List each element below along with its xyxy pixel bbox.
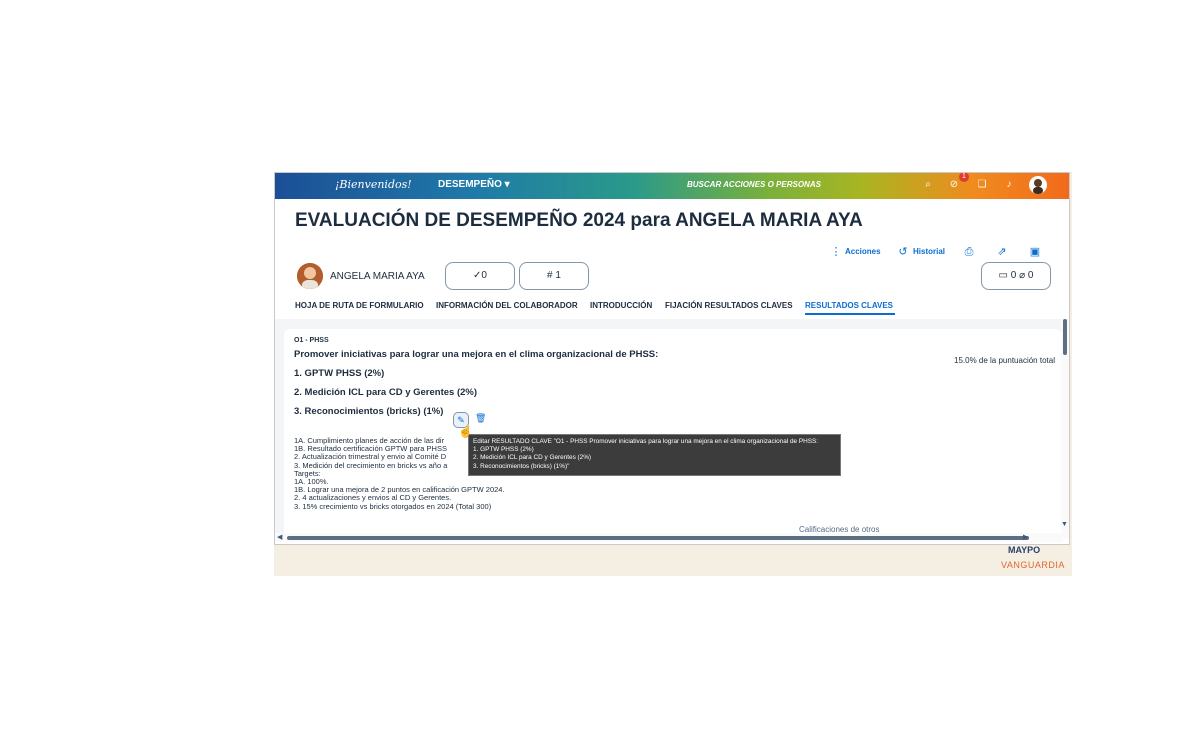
user-avatar[interactable] xyxy=(1029,176,1047,194)
tab-informacion-colaborador[interactable]: INFORMACIÓN DEL COLABORADOR xyxy=(436,301,578,310)
actions-button[interactable]: Acciones xyxy=(845,247,881,256)
bell-icon[interactable]: ♪ xyxy=(1002,178,1016,192)
attachment-count: 0 xyxy=(1027,270,1034,281)
horizontal-scroll-thumb[interactable] xyxy=(287,536,1029,540)
completed-pill[interactable]: ✓0 xyxy=(445,262,515,290)
active-tab-indicator xyxy=(805,313,895,315)
comment-count: 0 xyxy=(1010,270,1017,281)
page-title: EVALUACIÓN DE DESEMPEÑO 2024 para ANGELA… xyxy=(295,210,863,231)
tab-introduccion[interactable]: INTRODUCCIÓN xyxy=(590,301,652,310)
tab-fijacion-resultados[interactable]: FIJACIÓN RESULTADOS CLAVES xyxy=(665,301,793,310)
objective-item: 3. Reconocimientos (bricks) (1%) xyxy=(294,406,444,417)
export-icon[interactable]: ⇗ xyxy=(995,245,1009,259)
maypo-logo: MAYPO xyxy=(1008,545,1041,555)
objective-item: 2. Medición ICL para CD y Gerentes (2%) xyxy=(294,387,478,398)
vanguardia-logo: VANGUARDIA xyxy=(1001,560,1065,570)
approvals-icon[interactable]: ⊘ xyxy=(947,178,961,192)
app-frame: ¡Bienvenidos! DESEMPEÑO ▾ BUSCAR ACCIONE… xyxy=(274,172,1072,576)
module-menu[interactable]: DESEMPEÑO ▾ xyxy=(438,179,510,190)
history-icon[interactable]: ↺ xyxy=(896,245,910,259)
vertical-scrollbar[interactable]: ▼ xyxy=(1061,319,1069,539)
save-icon[interactable]: ▣ xyxy=(1028,245,1042,259)
rank-pill[interactable]: # 1 xyxy=(519,262,589,290)
search-input[interactable]: BUSCAR ACCIONES O PERSONAS xyxy=(687,180,821,189)
objective-weight: 15.0% de la puntuación total xyxy=(954,356,1055,365)
tooltip-text: Editar RESULTADO CLAVE "O1 - PHSS Promov… xyxy=(473,438,819,470)
comment-icon: ▭ xyxy=(998,270,1008,281)
performance-form-window: ¡Bienvenidos! DESEMPEÑO ▾ BUSCAR ACCIONE… xyxy=(274,172,1070,545)
trash-icon[interactable]: 🗑 xyxy=(475,413,486,424)
history-button[interactable]: Historial xyxy=(913,247,945,256)
chat-icon[interactable]: ❏ xyxy=(975,178,989,192)
comments-attachments-pill[interactable]: ▭ 0 ⌀ 0 xyxy=(981,262,1051,290)
shell-bar: ¡Bienvenidos! DESEMPEÑO ▾ BUSCAR ACCIONE… xyxy=(275,173,1069,199)
objective-item: 1. GPTW PHSS (2%) xyxy=(294,368,385,379)
scroll-right-icon[interactable]: ▶ xyxy=(1023,533,1028,541)
search-icon[interactable]: ⌕ xyxy=(921,178,935,192)
horizontal-scrollbar[interactable]: ◀ ▶ xyxy=(275,533,1063,542)
employee-name: ANGELA MARIA AYA xyxy=(330,271,425,282)
scroll-left-icon[interactable]: ◀ xyxy=(277,533,282,541)
print-icon[interactable]: ⎙ xyxy=(962,245,976,259)
edit-tooltip: Editar RESULTADO CLAVE "O1 - PHSS Promov… xyxy=(468,434,841,476)
content-area: O1 - PHSS Promover iniciativas para logr… xyxy=(275,319,1063,539)
objective-card: O1 - PHSS Promover iniciativas para logr… xyxy=(284,329,1061,539)
employee-avatar xyxy=(297,263,323,289)
vertical-scroll-thumb[interactable] xyxy=(1063,319,1067,355)
more-vertical-icon[interactable]: ⋮ xyxy=(829,245,843,259)
objective-code: O1 - PHSS xyxy=(294,337,329,344)
objective-title: Promover iniciativas para lograr una mej… xyxy=(294,349,659,360)
tab-hoja-de-ruta[interactable]: HOJA DE RUTA DE FORMULARIO xyxy=(295,301,424,310)
pointer-cursor-icon: ☝ xyxy=(458,424,473,438)
notification-badge: 1 xyxy=(959,173,969,182)
attachment-icon: ⌀ xyxy=(1019,270,1026,281)
tab-resultados-claves[interactable]: RESULTADOS CLAVES xyxy=(805,301,893,310)
welcome-logo[interactable]: ¡Bienvenidos! xyxy=(335,178,412,191)
scroll-down-icon[interactable]: ▼ xyxy=(1061,521,1068,528)
